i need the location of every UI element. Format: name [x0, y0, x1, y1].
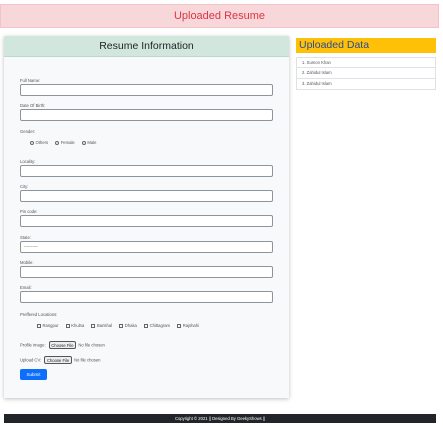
uploaded-item[interactable]: 3. Zahidul Islam — [296, 79, 436, 90]
email-label: Email: — [20, 285, 32, 290]
cv-choose-file-button[interactable]: Choose File — [44, 356, 72, 364]
pin-code-input[interactable] — [20, 215, 273, 227]
gender-radio-group: Others Female Male — [30, 140, 102, 145]
banner-title: Uploaded Resume — [173, 10, 266, 22]
checkbox-icon — [65, 323, 70, 328]
checkbox-icon — [37, 323, 41, 328]
gender-option-female[interactable]: Female — [55, 140, 75, 145]
location-rangpur[interactable]: Rangpur — [37, 323, 59, 328]
submit-button[interactable]: Submit — [20, 369, 47, 380]
dob-label: Date Of Birth: — [20, 103, 46, 108]
uploaded-item[interactable]: 1. Sumon Khan — [296, 57, 436, 68]
checkbox-icon — [91, 323, 96, 328]
state-select[interactable]: ---------- — [20, 241, 273, 253]
footer-text: Copyright © 2021 || Designed By GeekySho… — [174, 416, 266, 421]
form-title: Resume Information — [99, 40, 194, 52]
radio-icon — [81, 140, 86, 145]
radio-icon — [30, 140, 34, 145]
page-footer: Copyright © 2021 || Designed By GeekySho… — [4, 414, 436, 423]
locations-checkbox-group: Rangpur Khulna Barishal Dhaka Chittagram… — [37, 323, 205, 328]
profile-image-label: Profile image: — [20, 342, 46, 348]
gender-option-male[interactable]: Male — [81, 140, 96, 145]
location-khulna[interactable]: Khulna — [65, 323, 84, 328]
uploaded-data-panel: Uploaded Data 1. Sumon Khan 2. Zahidul I… — [296, 38, 436, 90]
dob-input[interactable] — [20, 109, 273, 121]
cv-file-status: No file chosen — [73, 357, 101, 363]
state-label: State: — [20, 235, 31, 240]
cv-upload-row: Upload CV: Choose File No file chosen — [20, 356, 101, 364]
locations-label: Preffered Locations: — [20, 312, 58, 317]
full-name-label: Full Name: — [20, 78, 41, 83]
mobile-label: Mobile: — [20, 260, 34, 265]
city-label: City: — [20, 184, 29, 189]
locality-label: Locality: — [20, 159, 36, 164]
gender-label: Gender: — [20, 129, 36, 134]
location-dhaka[interactable]: Dhaka — [119, 323, 137, 328]
city-input[interactable] — [20, 190, 273, 202]
checkbox-icon — [177, 323, 182, 328]
location-barishal[interactable]: Barishal — [91, 323, 112, 328]
state-select-value: ---------- — [24, 244, 38, 249]
cv-label: Upload CV: — [20, 357, 42, 363]
locality-input[interactable] — [20, 165, 273, 177]
location-rajshahi[interactable]: Rajshahi — [177, 323, 199, 328]
profile-file-status: No file chosen — [78, 342, 105, 348]
email-input[interactable] — [20, 291, 273, 303]
profile-choose-file-button[interactable]: Choose File — [48, 341, 77, 349]
profile-image-row: Profile image: Choose File No file chose… — [20, 341, 105, 349]
mobile-input[interactable] — [20, 266, 273, 278]
form-header: Resume Information — [4, 36, 289, 57]
uploaded-item[interactable]: 2. Zahidul Islam — [296, 68, 436, 79]
pin-code-label: Pin code: — [20, 209, 38, 214]
checkbox-icon — [144, 323, 149, 328]
gender-option-others[interactable]: Others — [30, 140, 48, 145]
full-name-input[interactable] — [20, 84, 273, 96]
page-banner: Uploaded Resume — [0, 4, 439, 28]
radio-icon — [55, 140, 60, 145]
checkbox-icon — [119, 323, 124, 328]
resume-form-panel: Resume Information Full Name: Date Of Bi… — [4, 36, 289, 398]
location-chittagram[interactable]: Chittagram — [144, 323, 170, 328]
uploaded-data-title: Uploaded Data — [296, 38, 436, 53]
